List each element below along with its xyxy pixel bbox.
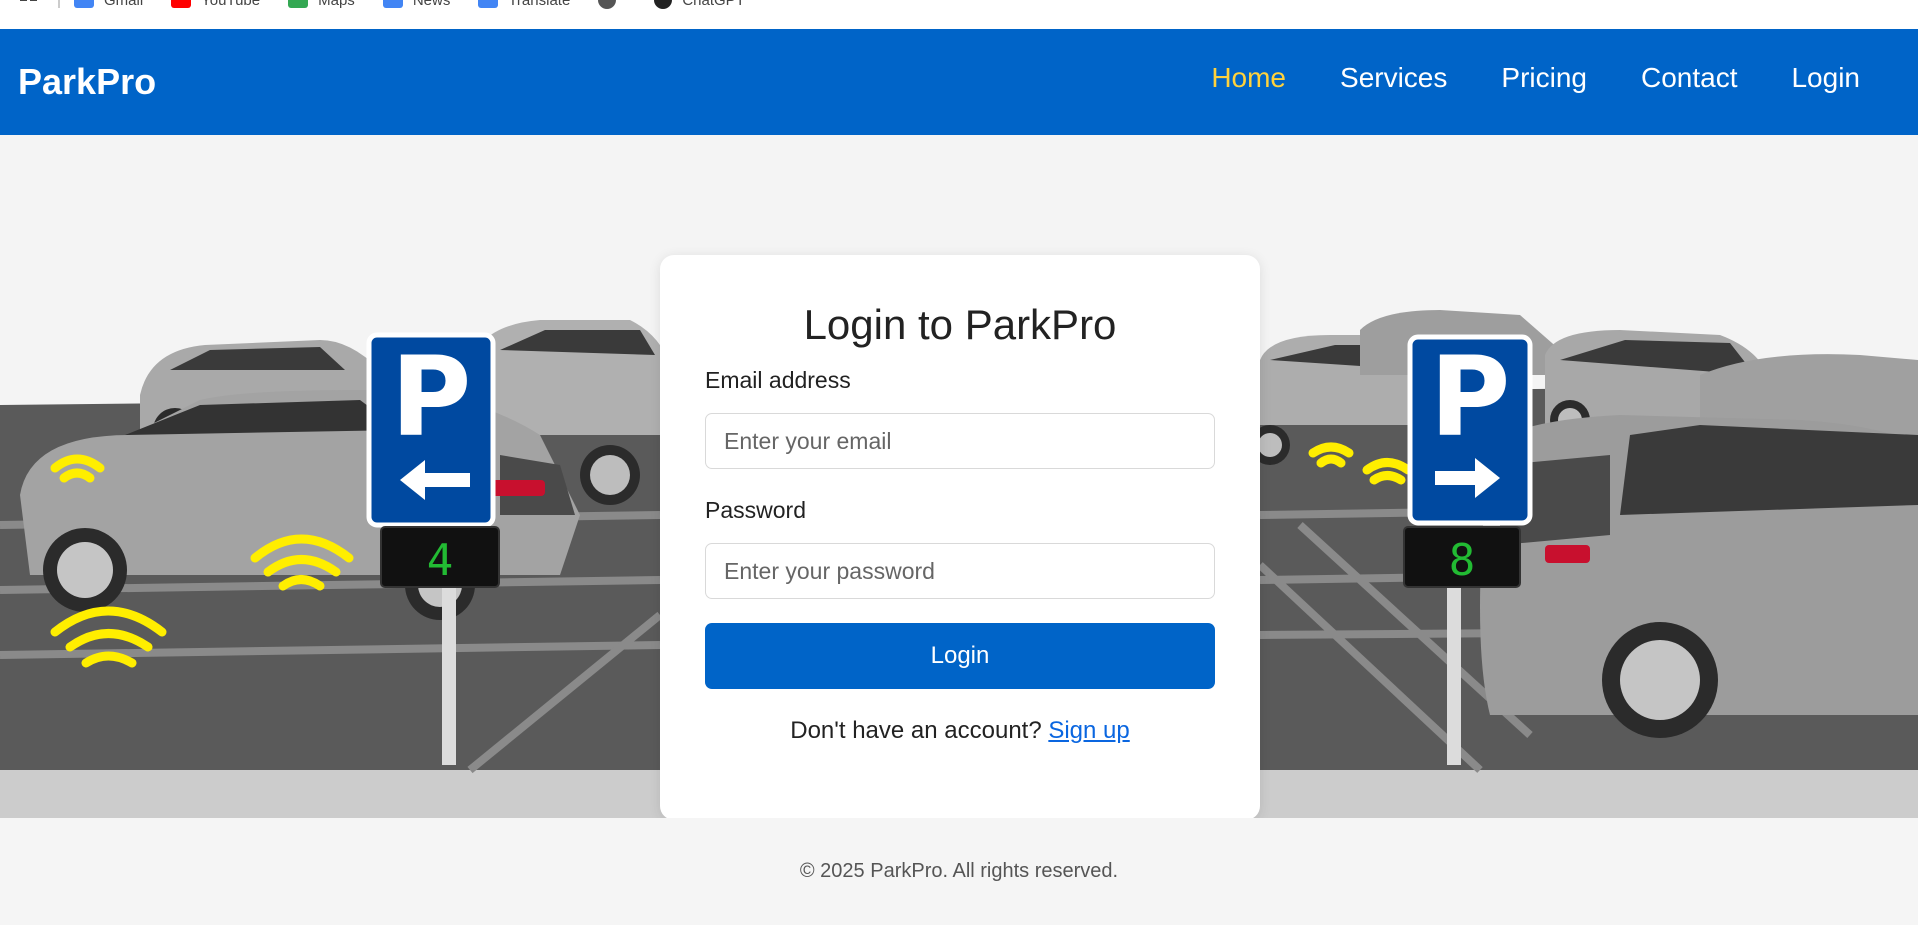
nav-pricing[interactable]: Pricing — [1501, 62, 1587, 94]
sign-counter: 8 — [1449, 535, 1476, 586]
site-header: ParkPro Home Services Pricing Contact Lo… — [0, 29, 1918, 135]
maps-icon — [288, 0, 309, 8]
login-card: Login to ParkPro Email address Password … — [660, 255, 1260, 820]
bookmark-maps[interactable]: Maps — [288, 0, 355, 9]
password-label: Password — [705, 497, 806, 523]
login-submit-button[interactable]: Login — [705, 623, 1215, 689]
sign-counter: 4 — [427, 535, 454, 586]
bookmarks-row: Gmail YouTube Maps News Translate ChatGP… — [0, 0, 773, 10]
car-front-right — [1480, 415, 1918, 738]
wifi-icon — [50, 454, 105, 483]
gmail-icon — [74, 0, 94, 8]
nav-services[interactable]: Services — [1340, 62, 1447, 94]
apps-grid-icon[interactable] — [20, 0, 42, 10]
copyright-text: © 2025 ParkPro. All rights reserved. — [799, 860, 1119, 882]
bookmark-news[interactable]: News — [382, 0, 451, 9]
email-label: Email address — [705, 367, 851, 393]
nav-home[interactable]: Home — [1211, 62, 1286, 94]
bookmark-globe[interactable] — [598, 0, 626, 9]
nav-contact[interactable]: Contact — [1641, 62, 1738, 94]
signup-link[interactable]: Sign up — [1048, 717, 1129, 744]
news-icon — [382, 0, 403, 8]
brand-logo[interactable]: ParkPro — [18, 61, 156, 103]
sign-letter: P — [1430, 333, 1511, 461]
wifi-icon — [1362, 458, 1413, 485]
bookmark-translate[interactable]: Translate — [478, 0, 570, 9]
email-field[interactable] — [705, 413, 1215, 469]
bookmark-gmail[interactable]: Gmail — [74, 0, 143, 9]
bookmark-label: Translate — [508, 0, 571, 9]
sign-letter: P — [391, 333, 472, 461]
bookmark-label: News — [412, 0, 451, 9]
translate-icon — [478, 0, 499, 8]
site-footer: © 2025 ParkPro. All rights reserved. — [0, 818, 1918, 925]
bookmarks-bar: Gmail YouTube Maps News Translate ChatGP… — [0, 0, 1918, 29]
bookmark-chatgpt[interactable]: ChatGPT — [654, 0, 745, 9]
bookmark-label: ChatGPT — [682, 0, 745, 9]
globe-icon — [598, 0, 617, 9]
nav-login[interactable]: Login — [1791, 62, 1860, 94]
login-title: Login to ParkPro — [803, 301, 1117, 348]
bookmark-youtube[interactable]: YouTube — [171, 0, 260, 9]
main-nav: Home Services Pricing Contact Login — [1157, 62, 1860, 94]
signup-row: Don't have an account? Sign up — [660, 717, 1260, 745]
youtube-icon — [171, 0, 192, 8]
password-field[interactable] — [705, 543, 1215, 599]
chatgpt-icon — [654, 0, 673, 9]
bookmark-label: YouTube — [201, 0, 261, 9]
bookmarks-divider — [58, 0, 60, 8]
bookmark-label: Maps — [318, 0, 355, 9]
bookmark-label: Gmail — [104, 0, 144, 9]
signup-prompt: Don't have an account? — [790, 717, 1049, 744]
